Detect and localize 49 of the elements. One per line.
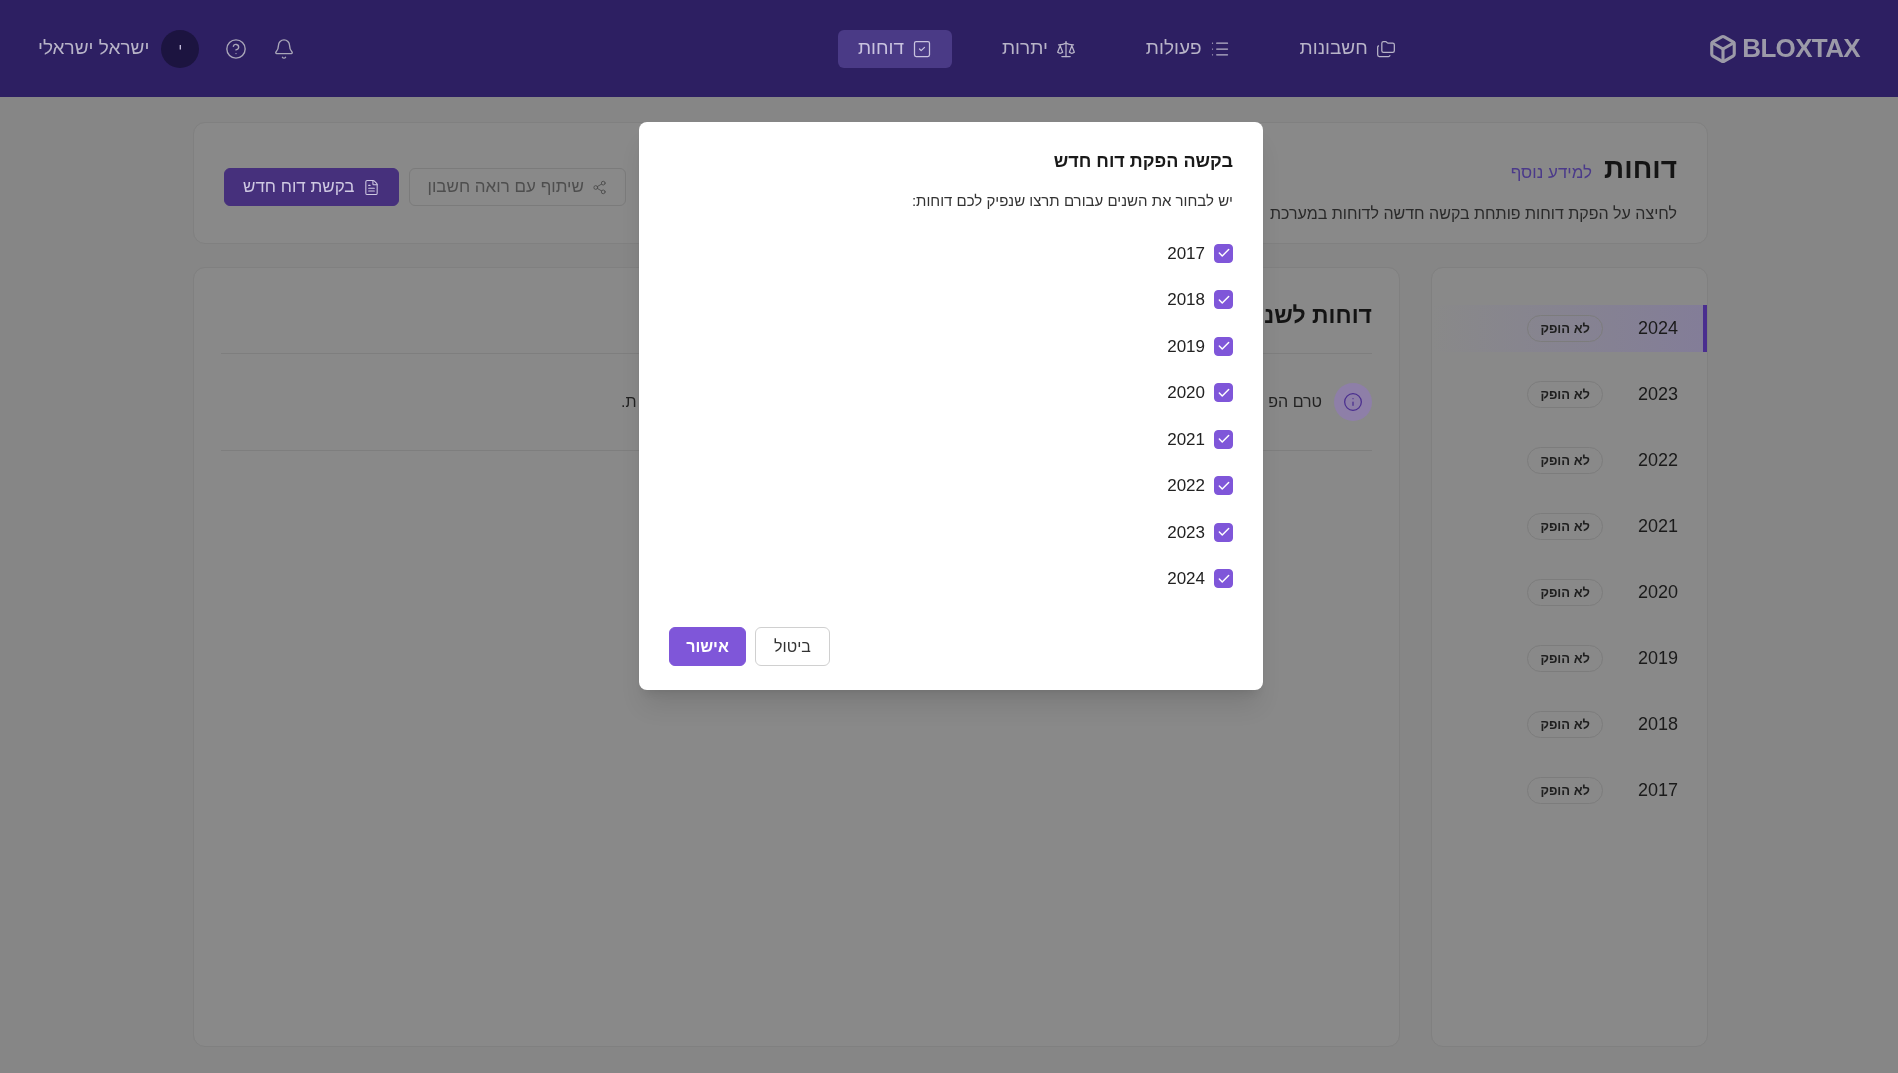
checkbox[interactable] bbox=[1214, 383, 1233, 403]
year-label: 2024 bbox=[1636, 317, 1678, 340]
new-report-button[interactable]: בקשת דוח חדש bbox=[224, 168, 399, 206]
info-icon bbox=[1334, 382, 1372, 421]
page-title: דוחות bbox=[1604, 152, 1677, 186]
scale-icon bbox=[1055, 38, 1076, 59]
notifications-icon[interactable] bbox=[273, 37, 296, 60]
nav-tab[interactable]: חשבונות bbox=[1279, 29, 1416, 68]
page-description: לחיצה על הפקת דוחות פותחת בקשה חדשה לדוחות במערכת bbox=[1270, 204, 1677, 224]
logo: BLOXTAX bbox=[1742, 32, 1860, 65]
notice-text: טרם הפ bbox=[1268, 391, 1322, 412]
nav-tab[interactable]: פעולות bbox=[1125, 29, 1250, 68]
dialog-subtitle: יש לבחור את השנים עבורם תרצו שנפיק לכם דוחות: bbox=[910, 191, 1233, 211]
nav-tab[interactable]: יתרות bbox=[981, 29, 1096, 68]
year-option-label: 2022 bbox=[1167, 475, 1205, 497]
user-avatar[interactable]: י bbox=[161, 29, 200, 68]
cube-icon bbox=[1708, 33, 1739, 64]
checkbox[interactable] bbox=[1214, 290, 1233, 310]
user-name: ישראל ישראלי bbox=[38, 36, 150, 61]
year-option-label: 2021 bbox=[1167, 428, 1205, 451]
year-label: 2022 bbox=[1636, 449, 1678, 472]
year-label: 2023 bbox=[1636, 383, 1678, 406]
dialog-title: בקשה הפקת דוח חדש bbox=[1052, 150, 1233, 173]
more-info-link[interactable]: למידע נוסף bbox=[1510, 160, 1593, 186]
cancel-button[interactable]: ביטול bbox=[755, 627, 830, 666]
checkbox[interactable] bbox=[1214, 243, 1233, 263]
year-option-label: 2024 bbox=[1167, 568, 1205, 590]
checkbox[interactable] bbox=[1214, 569, 1233, 589]
help-icon[interactable] bbox=[225, 37, 248, 60]
checkbox[interactable] bbox=[1214, 429, 1233, 449]
confirm-button[interactable]: אישור bbox=[669, 627, 746, 666]
year-label: 2019 bbox=[1636, 647, 1678, 670]
year-label: 2021 bbox=[1636, 515, 1678, 538]
checkbox[interactable] bbox=[1214, 336, 1233, 356]
checkbox[interactable] bbox=[1214, 476, 1233, 496]
folders-icon bbox=[1375, 38, 1396, 59]
year-option-label: 2017 bbox=[1167, 242, 1205, 265]
year-label: 2020 bbox=[1636, 581, 1678, 604]
nav-tab[interactable]: דוחות bbox=[837, 29, 952, 68]
year-label: 2018 bbox=[1636, 713, 1678, 736]
year-option-label: 2023 bbox=[1167, 521, 1205, 544]
checkbox[interactable] bbox=[1214, 522, 1233, 542]
status-badge: לא הופק bbox=[1527, 710, 1603, 739]
year-option-label: 2020 bbox=[1167, 382, 1205, 404]
year-label: 2017 bbox=[1636, 779, 1678, 802]
document-icon bbox=[362, 178, 380, 196]
share-icon bbox=[591, 179, 607, 195]
notice-text-end: ת. bbox=[621, 391, 637, 412]
checklist-icon bbox=[911, 38, 932, 59]
